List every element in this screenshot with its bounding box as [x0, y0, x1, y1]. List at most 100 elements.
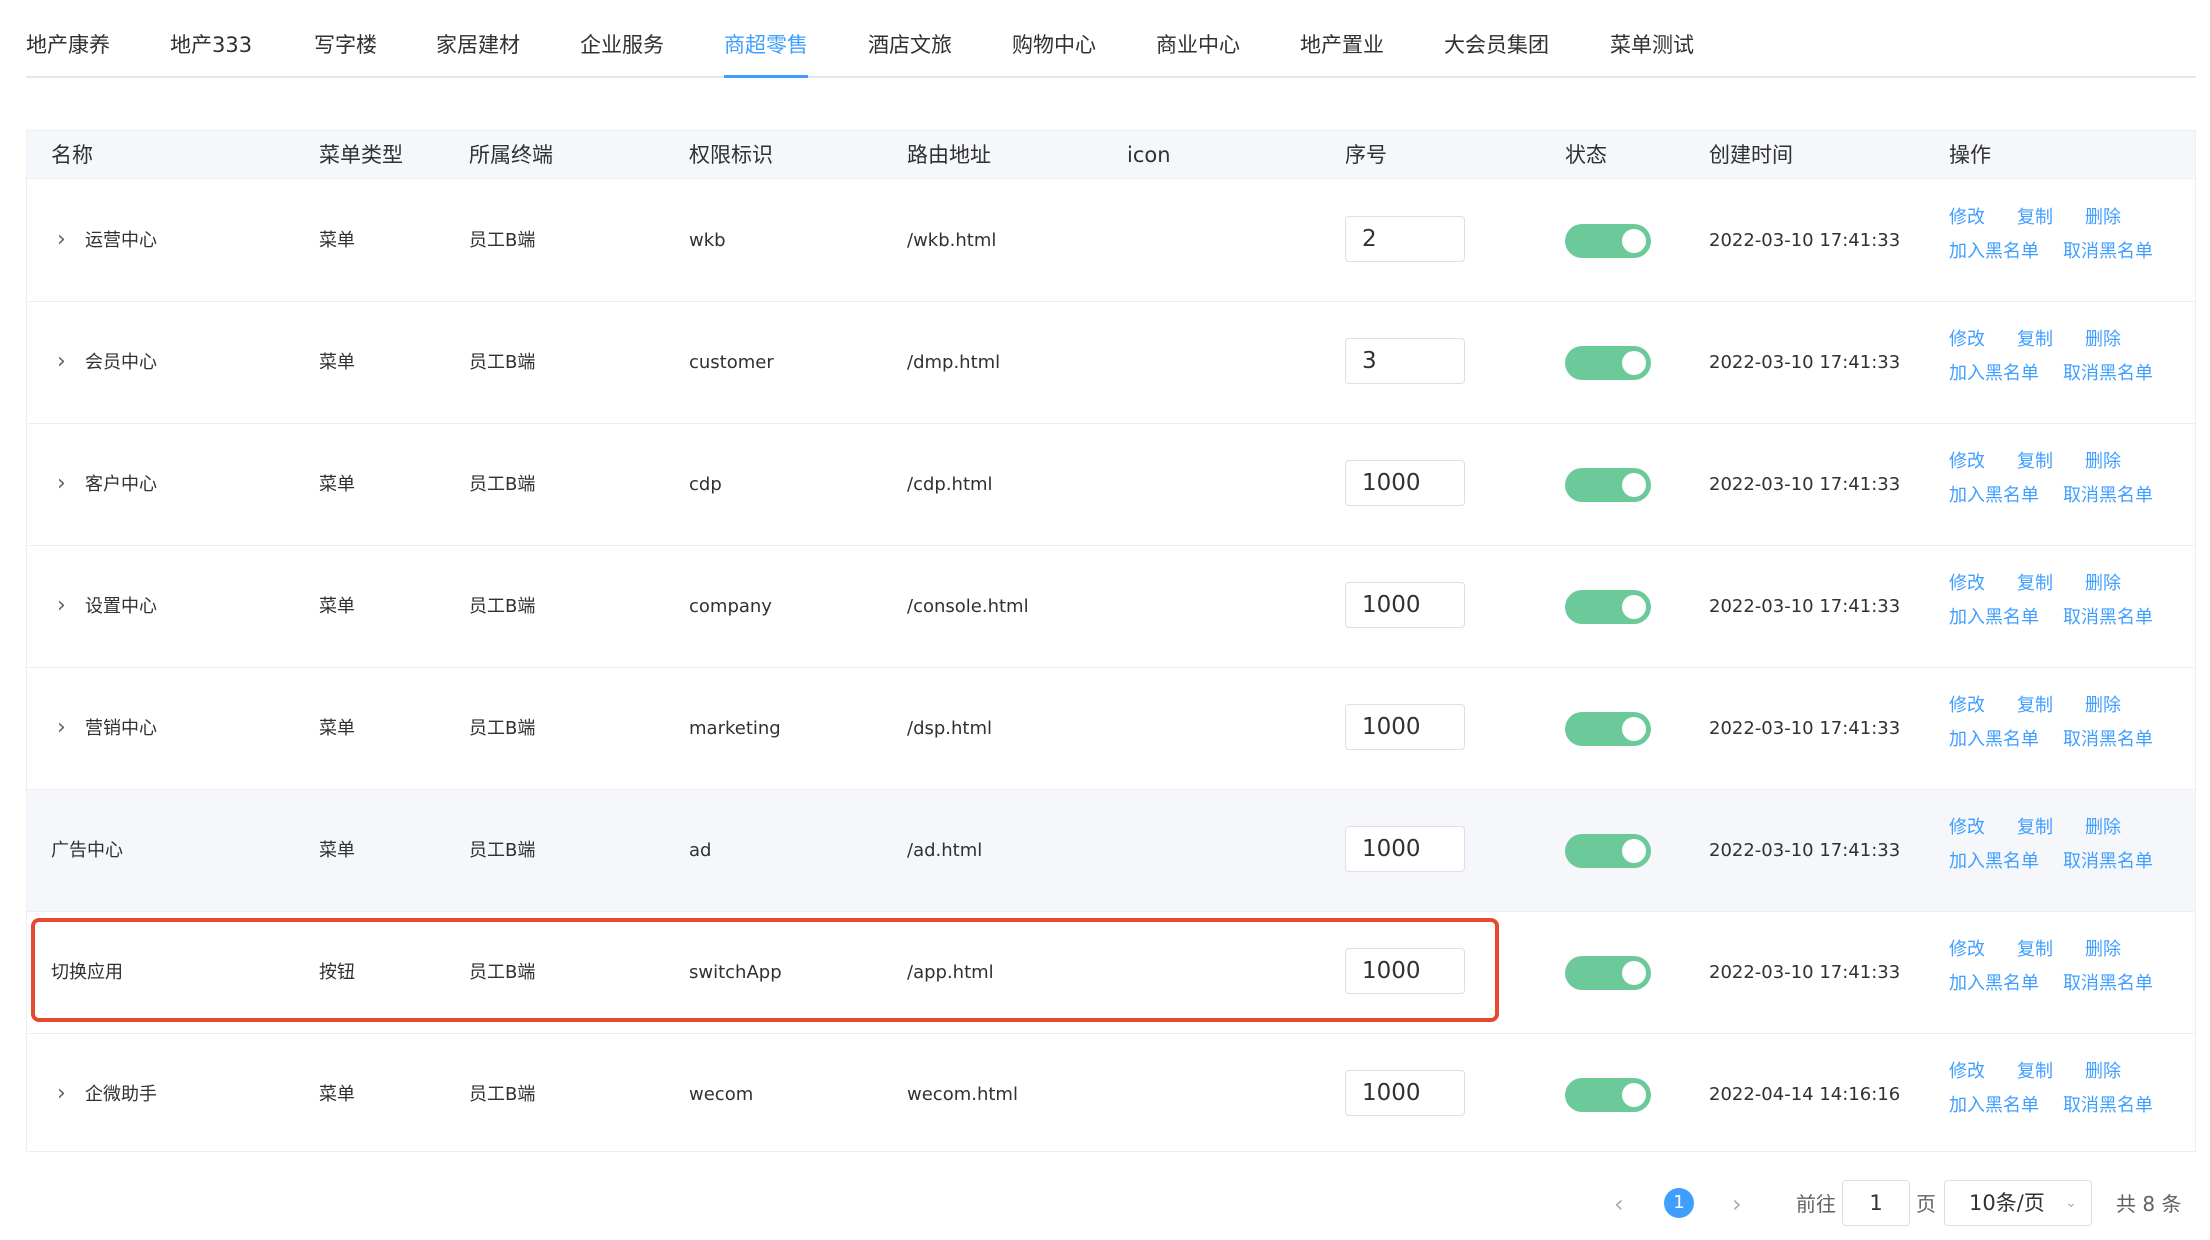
- delete-link[interactable]: 删除: [2085, 938, 2121, 962]
- order-input[interactable]: 1000: [1345, 704, 1465, 750]
- goto-page-input[interactable]: 1: [1842, 1180, 1910, 1226]
- delete-link[interactable]: 删除: [2085, 450, 2121, 474]
- cell-route: /ad.html: [907, 840, 983, 861]
- copy-link[interactable]: 复制: [2017, 206, 2053, 230]
- edit-link[interactable]: 修改: [1949, 450, 1985, 474]
- status-switch[interactable]: [1565, 1078, 1651, 1112]
- status-switch[interactable]: [1565, 224, 1651, 258]
- status-switch[interactable]: [1565, 468, 1651, 502]
- edit-link[interactable]: 修改: [1949, 206, 1985, 230]
- tab-6[interactable]: 酒店文旅: [868, 30, 952, 60]
- copy-link[interactable]: 复制: [2017, 816, 2053, 840]
- chevron-right-icon[interactable]: ›: [57, 668, 66, 790]
- cell-name: 广告中心: [51, 840, 123, 861]
- table-row: › 企微助手 菜单 员工B端 wecom wecom.html 2022-04-14 14:…: [27, 1034, 2195, 1156]
- order-input[interactable]: 1000: [1345, 582, 1465, 628]
- tab-10[interactable]: 大会员集团: [1444, 30, 1549, 60]
- chevron-right-icon[interactable]: ›: [57, 546, 66, 668]
- blacklist-remove-link[interactable]: 取消黑名单: [2063, 240, 2153, 264]
- delete-link[interactable]: 删除: [2085, 328, 2121, 352]
- copy-link[interactable]: 复制: [2017, 938, 2053, 962]
- tab-9[interactable]: 地产置业: [1300, 30, 1384, 60]
- cell-permission: wkb: [689, 230, 726, 251]
- blacklist-remove-link[interactable]: 取消黑名单: [2063, 606, 2153, 630]
- cell-type: 菜单: [319, 474, 355, 495]
- order-input[interactable]: 1000: [1345, 460, 1465, 506]
- tab-1[interactable]: 地产333: [170, 30, 252, 60]
- blacklist-remove-link[interactable]: 取消黑名单: [2063, 972, 2153, 996]
- chevron-right-icon[interactable]: ›: [57, 1034, 66, 1156]
- cell-created: 2022-03-10 17:41:33: [1709, 596, 1901, 617]
- tab-3[interactable]: 家居建材: [436, 30, 520, 60]
- tab-5[interactable]: 商超零售: [724, 30, 808, 78]
- blacklist-remove-link[interactable]: 取消黑名单: [2063, 1094, 2153, 1118]
- prev-page-icon[interactable]: ‹: [1614, 1182, 1624, 1226]
- copy-link[interactable]: 复制: [2017, 572, 2053, 596]
- blacklist-add-link[interactable]: 加入黑名单: [1949, 606, 2039, 630]
- edit-link[interactable]: 修改: [1949, 816, 1985, 840]
- cell-route: /dsp.html: [907, 718, 993, 739]
- chevron-right-icon[interactable]: ›: [57, 302, 66, 424]
- tab-2[interactable]: 写字楼: [314, 30, 377, 60]
- edit-link[interactable]: 修改: [1949, 572, 1985, 596]
- edit-link[interactable]: 修改: [1949, 328, 1985, 352]
- status-switch[interactable]: [1565, 834, 1651, 868]
- blacklist-add-link[interactable]: 加入黑名单: [1949, 484, 2039, 508]
- blacklist-add-link[interactable]: 加入黑名单: [1949, 972, 2039, 996]
- status-switch[interactable]: [1565, 590, 1651, 624]
- page-1-button[interactable]: 1: [1664, 1188, 1694, 1218]
- order-input[interactable]: 3: [1345, 338, 1465, 384]
- copy-link[interactable]: 复制: [2017, 1060, 2053, 1084]
- copy-link[interactable]: 复制: [2017, 694, 2053, 718]
- delete-link[interactable]: 删除: [2085, 572, 2121, 596]
- tab-4[interactable]: 企业服务: [580, 30, 664, 60]
- delete-link[interactable]: 删除: [2085, 694, 2121, 718]
- edit-link[interactable]: 修改: [1949, 694, 1985, 718]
- cell-name: 企微助手: [85, 1084, 157, 1105]
- status-switch[interactable]: [1565, 712, 1651, 746]
- edit-link[interactable]: 修改: [1949, 938, 1985, 962]
- cell-terminal: 员工B端: [469, 596, 536, 617]
- order-input[interactable]: 2: [1345, 216, 1465, 262]
- blacklist-add-link[interactable]: 加入黑名单: [1949, 1094, 2039, 1118]
- table-row: › 客户中心 菜单 员工B端 cdp/cdp.html 2022-03-10 17:41:…: [27, 424, 2195, 546]
- table-header: 名称 菜单类型 所属终端 权限标识 路由地址 icon 序号 状态 创建时间 操…: [27, 131, 2195, 179]
- header-order: 序号: [1345, 143, 1387, 167]
- header-actions: 操作: [1949, 143, 1991, 167]
- order-input[interactable]: 1000: [1345, 1070, 1465, 1116]
- delete-link[interactable]: 删除: [2085, 206, 2121, 230]
- cell-name: 营销中心: [85, 718, 157, 739]
- delete-link[interactable]: 删除: [2085, 816, 2121, 840]
- header-permission: 权限标识: [689, 143, 773, 167]
- status-switch[interactable]: [1565, 346, 1651, 380]
- blacklist-add-link[interactable]: 加入黑名单: [1949, 728, 2039, 752]
- header-created: 创建时间: [1709, 143, 1793, 167]
- order-input[interactable]: 1000: [1345, 948, 1465, 994]
- delete-link[interactable]: 删除: [2085, 1060, 2121, 1084]
- cell-permission: cdp: [689, 474, 722, 495]
- copy-link[interactable]: 复制: [2017, 450, 2053, 474]
- blacklist-remove-link[interactable]: 取消黑名单: [2063, 850, 2153, 874]
- tab-8[interactable]: 商业中心: [1156, 30, 1240, 60]
- cell-permission: wecom: [689, 1084, 754, 1105]
- blacklist-remove-link[interactable]: 取消黑名单: [2063, 728, 2153, 752]
- edit-link[interactable]: 修改: [1949, 1060, 1985, 1084]
- chevron-right-icon[interactable]: ›: [57, 180, 66, 302]
- chevron-right-icon[interactable]: ›: [57, 424, 66, 546]
- blacklist-remove-link[interactable]: 取消黑名单: [2063, 484, 2153, 508]
- page-size-select[interactable]: 10条/页 ⌄: [1944, 1180, 2092, 1226]
- status-switch[interactable]: [1565, 956, 1651, 990]
- blacklist-add-link[interactable]: 加入黑名单: [1949, 850, 2039, 874]
- order-input[interactable]: 1000: [1345, 826, 1465, 872]
- blacklist-remove-link[interactable]: 取消黑名单: [2063, 362, 2153, 386]
- blacklist-add-link[interactable]: 加入黑名单: [1949, 362, 2039, 386]
- next-page-icon[interactable]: ›: [1732, 1182, 1742, 1226]
- cell-created: 2022-03-10 17:41:33: [1709, 352, 1901, 373]
- cell-created: 2022-04-14 14:16:16: [1709, 1084, 1901, 1105]
- tab-0[interactable]: 地产康养: [26, 30, 110, 60]
- tab-7[interactable]: 购物中心: [1012, 30, 1096, 60]
- blacklist-add-link[interactable]: 加入黑名单: [1949, 240, 2039, 264]
- header-status: 状态: [1565, 143, 1607, 167]
- copy-link[interactable]: 复制: [2017, 328, 2053, 352]
- tab-11[interactable]: 菜单测试: [1610, 30, 1694, 60]
